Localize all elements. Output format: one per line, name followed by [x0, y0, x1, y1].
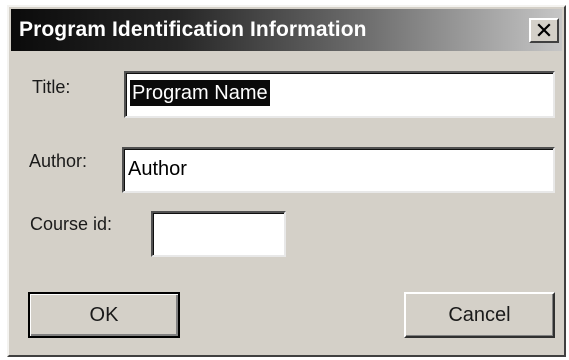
author-label: Author:: [29, 151, 88, 171]
cancel-button[interactable]: Cancel: [404, 292, 555, 338]
title-input[interactable]: Program Name: [124, 71, 555, 118]
title-label: Title:: [32, 77, 71, 97]
program-identification-dialog: Program Identification Information Title…: [7, 5, 566, 357]
dialog-title: Program Identification Information: [19, 18, 367, 41]
course-id-input[interactable]: [151, 211, 286, 257]
cancel-button-label: Cancel: [448, 303, 511, 326]
title-bar[interactable]: Program Identification Information: [11, 9, 562, 51]
close-icon: [537, 23, 551, 37]
ok-button[interactable]: OK: [28, 292, 180, 338]
ok-button-label: OK: [89, 303, 119, 326]
course-id-label: Course id:: [30, 214, 113, 234]
author-input-value: Author: [128, 158, 187, 180]
close-button[interactable]: [529, 18, 559, 43]
author-input[interactable]: Author: [122, 147, 555, 193]
title-input-value: Program Name: [130, 80, 270, 106]
